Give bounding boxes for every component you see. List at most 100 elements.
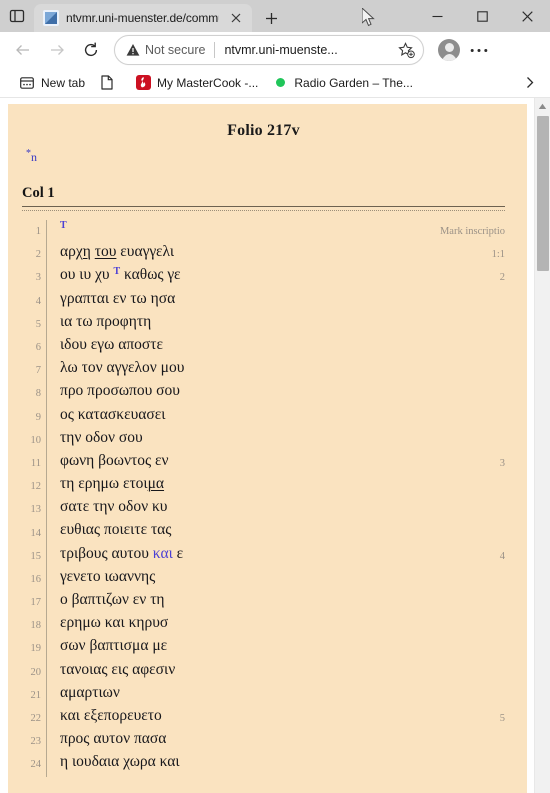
transcription-line[interactable]: 1 Τ Mark inscriptio bbox=[22, 220, 505, 244]
underlined-text[interactable]: μα bbox=[148, 475, 164, 492]
line-text[interactable]: γραπται εν τω ησα bbox=[47, 290, 495, 308]
transcription-line[interactable]: 12 τη ερημω ετοιμα bbox=[22, 475, 505, 499]
line-text[interactable]: τανοιας εις αφεσιν bbox=[47, 661, 495, 679]
line-text[interactable]: αρχη του ευαγγελι bbox=[47, 243, 482, 261]
transcription-line[interactable]: 7 λω τον αγγελον μου bbox=[22, 359, 505, 383]
bookmark-label: Radio Garden – The... bbox=[294, 75, 413, 90]
line-text[interactable]: ου ιυ χυ Τ καθως γε bbox=[47, 266, 490, 284]
address-bar[interactable]: Not secure ntvmr.uni-muenste... bbox=[114, 35, 424, 65]
transcription-line[interactable]: 5 ια τω προφητη bbox=[22, 312, 505, 336]
back-icon[interactable] bbox=[6, 35, 40, 65]
transcription-line[interactable]: 17 ο βαπτιζων εν τη bbox=[22, 591, 505, 615]
favorite-star-icon[interactable] bbox=[393, 37, 419, 63]
highlighted-word[interactable]: και bbox=[153, 545, 173, 562]
minimize-button[interactable] bbox=[415, 0, 460, 32]
tab-strip: ntvmr.uni-muenster.de/commun bbox=[0, 0, 550, 32]
new-tab-button[interactable] bbox=[256, 4, 286, 32]
column-heading: Col 1 bbox=[22, 185, 55, 201]
navigation-toolbar: Not secure ntvmr.uni-muenste... bbox=[0, 32, 550, 68]
transcription-line[interactable]: 18 ερημω και κηρυσ bbox=[22, 614, 505, 638]
browser-tab[interactable]: ntvmr.uni-muenster.de/commun bbox=[34, 4, 252, 32]
line-text[interactable]: Τ bbox=[47, 220, 430, 238]
transcription-line[interactable]: 19 σων βαπτισμα με bbox=[22, 637, 505, 661]
avatar bbox=[438, 39, 460, 61]
line-number: 13 bbox=[30, 504, 42, 516]
transcription-line[interactable]: 15 τριβους αυτου και ε 4 bbox=[22, 544, 505, 568]
text-segment: ια τω προφητη bbox=[60, 312, 152, 330]
heading-dotted-rule bbox=[22, 210, 505, 211]
transcription-line[interactable]: 8 προ προσωπου σου bbox=[22, 382, 505, 406]
settings-and-more-icon[interactable] bbox=[464, 35, 494, 65]
url-text[interactable]: ntvmr.uni-muenste... bbox=[224, 43, 387, 57]
text-segment: ευθιας ποιειτε τας bbox=[60, 521, 172, 539]
line-text[interactable]: σων βαπτισμα με bbox=[47, 637, 495, 655]
underlined-text[interactable]: του bbox=[95, 243, 117, 260]
bookmark-my-mastercook[interactable]: My MasterCook -... bbox=[128, 71, 265, 95]
transcription-line[interactable]: 10 την οδον σου bbox=[22, 428, 505, 452]
line-text[interactable]: και εξεπορευετο bbox=[47, 707, 490, 725]
line-text[interactable]: ιδου εγω αποστε bbox=[47, 336, 495, 354]
bookmark-blank-page[interactable] bbox=[92, 71, 128, 95]
line-text[interactable]: λω τον αγγελον μου bbox=[47, 359, 495, 377]
line-text[interactable]: σατε την οδον κυ bbox=[47, 498, 495, 516]
line-text[interactable]: προς αυτον πασα bbox=[47, 730, 495, 748]
scroll-up-arrow-icon[interactable] bbox=[535, 98, 550, 114]
line-text[interactable]: ευθιας ποιειτε τας bbox=[47, 521, 495, 539]
line-text[interactable]: η ιουδαια χωρα και bbox=[47, 753, 495, 771]
verse-reference: 1:1 bbox=[491, 249, 505, 261]
profile-button[interactable] bbox=[434, 35, 464, 65]
transcription-line[interactable]: 22 και εξεπορευετο 5 bbox=[22, 706, 505, 731]
line-number: 19 bbox=[30, 643, 42, 655]
transcription-line[interactable]: 23 προς αυτον πασα bbox=[22, 730, 505, 754]
line-number: 22 bbox=[30, 713, 42, 725]
text-segment: ος κατασκευασει bbox=[60, 405, 166, 423]
blank-page-icon bbox=[99, 75, 115, 91]
bookmarks-overflow-chevron-icon[interactable] bbox=[516, 70, 542, 96]
transcription-line[interactable]: 24 η ιουδαια χωρα και bbox=[22, 753, 505, 777]
forward-icon[interactable] bbox=[40, 35, 74, 65]
transcription-line[interactable]: 20 τανοιας εις αφεσιν bbox=[22, 660, 505, 684]
text-segment: προς αυτον πασα bbox=[60, 730, 167, 748]
maximize-button[interactable] bbox=[460, 0, 505, 32]
line-text[interactable]: ο βαπτιζων εν τη bbox=[47, 591, 495, 609]
transcription-line[interactable]: 3 ου ιυ χυ Τ καθως γε 2 bbox=[22, 266, 505, 290]
tau-marker[interactable]: Τ bbox=[60, 220, 67, 231]
scrollbar-thumb[interactable] bbox=[537, 116, 549, 271]
line-text[interactable]: την οδον σου bbox=[47, 429, 495, 447]
line-text[interactable]: ος κατασκευασει bbox=[47, 406, 495, 424]
transcription-line[interactable]: 13 σατε την οδον κυ bbox=[22, 498, 505, 522]
transcription-line[interactable]: 11 φωνη βοωντος εν 3 bbox=[22, 451, 505, 476]
transcription-line[interactable]: 9 ος κατασκευασει bbox=[22, 405, 505, 429]
line-text[interactable]: τριβους αυτου και ε bbox=[47, 545, 490, 563]
close-button[interactable] bbox=[505, 0, 550, 32]
page-title: Folio 217v bbox=[227, 122, 300, 139]
line-text[interactable]: ια τω προφητη bbox=[47, 313, 495, 331]
tab-search-icon[interactable] bbox=[0, 0, 34, 32]
transcription-line[interactable]: 16 γενετο ιωαννης bbox=[22, 567, 505, 591]
verse-reference: 2 bbox=[499, 272, 505, 284]
transcription-line[interactable]: 4 γραπται εν τω ησα bbox=[22, 289, 505, 313]
security-indicator[interactable]: Not secure bbox=[126, 43, 205, 57]
line-number: 23 bbox=[30, 736, 42, 748]
transcription-line[interactable]: 2 αρχη του ευαγγελι 1:1 bbox=[22, 243, 505, 267]
text-segment: αμαρτιων bbox=[60, 683, 120, 701]
transcription-line[interactable]: 21 αμαρτιων bbox=[22, 683, 505, 707]
bookmark-radio-garden[interactable]: Radio Garden – The... bbox=[265, 71, 420, 95]
line-text[interactable]: αμαρτιων bbox=[47, 684, 495, 702]
transcription-line[interactable]: 6 ιδου εγω αποστε bbox=[22, 335, 505, 360]
reload-icon[interactable] bbox=[74, 35, 108, 65]
folio-marker[interactable]: *n bbox=[26, 148, 37, 165]
bookmark-new-tab[interactable]: New tab bbox=[12, 71, 92, 95]
tab-title: ntvmr.uni-muenster.de/commun bbox=[66, 11, 219, 25]
line-text[interactable]: προ προσωπου σου bbox=[47, 382, 495, 400]
line-text[interactable]: τη ερημω ετοιμα bbox=[47, 475, 495, 493]
line-text[interactable]: γενετο ιωαννης bbox=[47, 568, 495, 586]
line-text[interactable]: ερημω και κηρυσ bbox=[47, 614, 495, 632]
underlined-text[interactable]: η bbox=[83, 243, 91, 260]
text-segment: ου ιυ χυ bbox=[60, 266, 114, 284]
page-scrollbar[interactable] bbox=[534, 98, 550, 793]
close-icon[interactable] bbox=[226, 8, 246, 28]
line-text[interactable]: φωνη βοωντος εν bbox=[47, 452, 490, 470]
transcription-line[interactable]: 14 ευθιας ποιειτε τας bbox=[22, 521, 505, 545]
line-number: 10 bbox=[30, 434, 42, 446]
